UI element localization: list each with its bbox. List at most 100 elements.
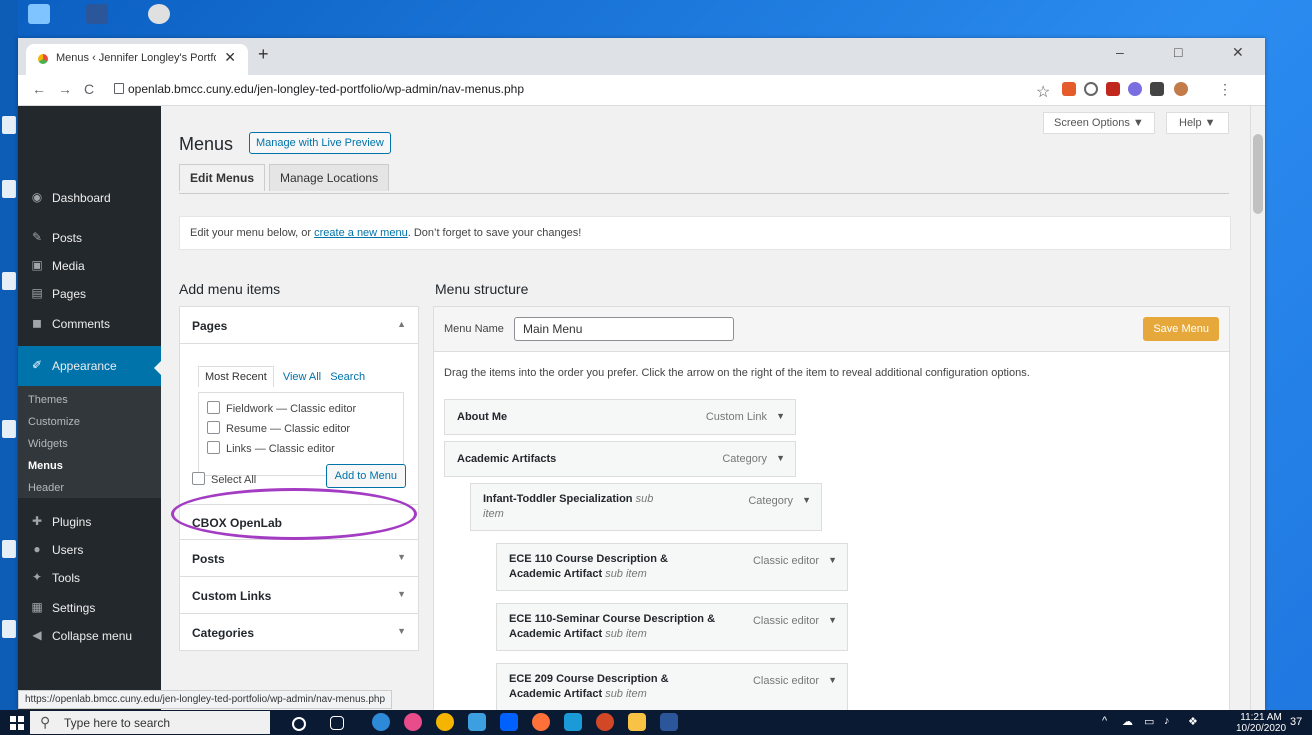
categories-section-header[interactable]: Categories ▼	[180, 614, 418, 650]
tab-manage-locations[interactable]: Manage Locations	[269, 164, 390, 191]
desktop-icon[interactable]	[2, 116, 16, 134]
sidebar-item-media[interactable]: ▣ Media	[18, 254, 161, 278]
browser-tab[interactable]: Menus ‹ Jennifer Longley's Portfolio ✕	[26, 44, 248, 75]
firefox-icon[interactable]	[532, 713, 550, 731]
windows-start-icon[interactable]	[10, 716, 24, 730]
chevron-down-icon[interactable]: ▼	[776, 453, 785, 463]
new-tab-button[interactable]: +	[258, 44, 269, 65]
task-view-icon[interactable]	[330, 716, 344, 730]
file-explorer-icon[interactable]	[628, 713, 646, 731]
submenu-item-header[interactable]: Header	[28, 482, 64, 494]
sidebar-item-appearance[interactable]: ✐ Appearance	[18, 346, 161, 386]
menu-item-type: Category	[722, 453, 767, 465]
cortana-icon[interactable]	[292, 717, 306, 731]
sidebar-item-posts[interactable]: ✎ Posts	[18, 226, 161, 250]
desktop-icon[interactable]	[2, 620, 16, 638]
menu-item[interactable]: Infant-Toddler Specialization sub item Ca…	[470, 483, 822, 531]
outlook-icon[interactable]	[564, 713, 582, 731]
app-icon[interactable]	[468, 713, 486, 731]
save-menu-button[interactable]: Save Menu	[1143, 317, 1219, 341]
page-checkbox[interactable]: Resume — Classic editor	[207, 421, 350, 435]
sidebar-item-pages[interactable]: ▤ Pages	[18, 282, 161, 306]
volume-icon[interactable]: ♪	[1164, 715, 1170, 727]
chevron-down-icon[interactable]: ▼	[776, 411, 785, 421]
minimize-button[interactable]: –	[1116, 44, 1124, 60]
page-scrollbar[interactable]	[1250, 106, 1265, 710]
extension-icon[interactable]	[1128, 82, 1142, 96]
add-to-menu-button[interactable]: Add to Menu	[325, 464, 406, 488]
menu-item[interactable]: ECE 209 Course Description & Academic Ar…	[496, 663, 848, 710]
sidebar-item-plugins[interactable]: ✚ Plugins	[18, 510, 161, 534]
menu-name-input[interactable]: Main Menu	[514, 317, 734, 341]
submenu-item-customize[interactable]: Customize	[28, 416, 80, 428]
desktop-icon[interactable]	[2, 420, 16, 438]
chevron-down-icon[interactable]: ▼	[828, 555, 837, 565]
sidebar-item-comments[interactable]: ◼ Comments	[18, 312, 161, 336]
taskbar-search[interactable]: ⚲ Type here to search	[30, 711, 270, 734]
help-button[interactable]: Help ▼	[1166, 112, 1229, 134]
edge-icon[interactable]	[372, 713, 390, 731]
forward-button[interactable]: →	[58, 81, 72, 97]
back-button[interactable]: ←	[32, 81, 46, 97]
subtab-view-all[interactable]: View All	[283, 371, 321, 383]
menu-item[interactable]: ECE 110 Course Description & Academic Ar…	[496, 543, 848, 591]
subtab-most-recent[interactable]: Most Recent	[198, 366, 274, 387]
onedrive-icon[interactable]: ☁	[1122, 715, 1133, 728]
subtab-search[interactable]: Search	[330, 371, 365, 383]
itunes-icon[interactable]	[404, 713, 422, 731]
extension-icon[interactable]	[1062, 82, 1076, 96]
chevron-up-icon[interactable]: ^	[1102, 715, 1107, 727]
reload-button[interactable]: C	[84, 81, 94, 97]
profile-avatar[interactable]	[1174, 82, 1188, 96]
chevron-down-icon[interactable]: ▼	[828, 615, 837, 625]
scroll-thumb[interactable]	[1253, 134, 1263, 214]
word-icon[interactable]	[86, 4, 108, 24]
dropbox-tray-icon[interactable]: ❖	[1188, 715, 1198, 728]
close-window-button[interactable]: ✕	[1232, 44, 1244, 61]
sidebar-item-dashboard[interactable]: ◉ Dashboard	[18, 186, 161, 210]
page-checkbox[interactable]: Links — Classic editor	[207, 441, 335, 455]
menu-item[interactable]: ECE 110-Seminar Course Description & Aca…	[496, 603, 848, 651]
sidebar-item-users[interactable]: ● Users	[18, 538, 161, 562]
notice-box: Edit your menu below, or create a new me…	[179, 216, 1231, 250]
select-all-checkbox[interactable]: Select All	[192, 472, 256, 486]
puzzle-icon[interactable]	[1150, 82, 1164, 96]
page-checkbox[interactable]: Fieldwork — Classic editor	[207, 401, 356, 415]
address-bar[interactable]: openlab.bmcc.cuny.edu/jen-longley-ted-po…	[128, 82, 524, 96]
submenu-item-themes[interactable]: Themes	[28, 394, 68, 406]
submenu-item-menus[interactable]: Menus	[28, 460, 63, 472]
pdf-extension-icon[interactable]	[1106, 82, 1120, 96]
chevron-down-icon[interactable]: ▼	[828, 675, 837, 685]
sidebar-item-settings[interactable]: ▦ Settings	[18, 596, 161, 620]
chevron-down-icon[interactable]: ▼	[802, 495, 811, 505]
menu-item[interactable]: Academic Artifacts Category ▼	[444, 441, 796, 477]
posts-section-header[interactable]: Posts ▼	[180, 540, 418, 577]
create-menu-link[interactable]: create a new menu	[314, 227, 408, 239]
maximize-button[interactable]: □	[1174, 44, 1182, 60]
menu-item[interactable]: About Me Custom Link ▼	[444, 399, 796, 435]
desktop-icon[interactable]	[2, 180, 16, 198]
network-icon[interactable]: ▭	[1144, 715, 1154, 728]
desktop-icon[interactable]	[2, 272, 16, 290]
powerpoint-icon[interactable]	[596, 713, 614, 731]
desktop-icon[interactable]	[2, 540, 16, 558]
dropbox-icon[interactable]	[500, 713, 518, 731]
chrome-icon[interactable]	[148, 4, 170, 24]
menu-kebab-icon[interactable]: ⋮	[1218, 81, 1232, 98]
pages-section-header[interactable]: Pages ▲	[180, 307, 418, 344]
notification-center-icon[interactable]: 37	[1290, 716, 1302, 728]
screen-options-button[interactable]: Screen Options ▼	[1043, 112, 1155, 134]
tab-close-icon[interactable]: ✕	[224, 49, 236, 66]
recycle-bin-icon[interactable]	[28, 4, 50, 24]
chrome-taskbar-icon[interactable]	[436, 713, 454, 731]
taskbar-clock[interactable]: 11:21 AM 10/20/2020	[1236, 712, 1286, 734]
extension-icon[interactable]	[1084, 82, 1098, 96]
custom-links-section-header[interactable]: Custom Links ▼	[180, 577, 418, 614]
sidebar-item-tools[interactable]: ✦ Tools	[18, 566, 161, 590]
word-taskbar-icon[interactable]	[660, 713, 678, 731]
submenu-item-widgets[interactable]: Widgets	[28, 438, 68, 450]
collapse-menu-button[interactable]: ◀ Collapse menu	[18, 624, 161, 648]
live-preview-button[interactable]: Manage with Live Preview	[249, 132, 391, 154]
star-icon[interactable]: ☆	[1036, 82, 1050, 101]
tab-edit-menus[interactable]: Edit Menus	[179, 164, 266, 191]
